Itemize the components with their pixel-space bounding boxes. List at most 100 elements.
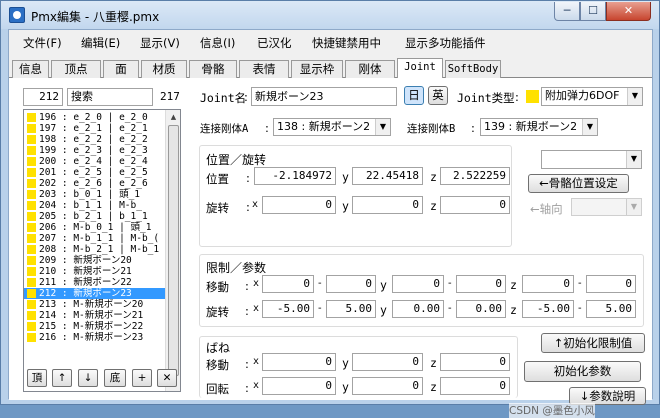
list-item[interactable]: 197 : e_2_1 | e_2_1 — [24, 123, 165, 134]
range-dash: - — [578, 278, 582, 289]
init-param-button[interactable]: 初始化参数 — [524, 361, 641, 382]
list-item[interactable]: 206 : M-b_0_1 | 頭_1 — [24, 222, 165, 233]
move-top-button[interactable]: 頂 — [27, 369, 47, 387]
rot-y-max-field[interactable]: 0.00 — [456, 300, 506, 318]
list-item[interactable]: 198 : e_2_2 | e_2_2 — [24, 134, 165, 145]
tab-morph[interactable]: 表情 — [239, 60, 289, 78]
rotation-x-field[interactable]: 0 — [262, 196, 336, 214]
z-axis-label: z — [430, 199, 437, 213]
list-item[interactable]: 204 : b_1_1 | M-b_ — [24, 200, 165, 211]
bone-position-set-button[interactable]: ←骨骼位置设定 — [528, 174, 629, 193]
tab-bone[interactable]: 骨骼 — [189, 60, 237, 78]
list-item[interactable]: 211 : 新規ボーン22 — [24, 277, 165, 288]
joint-list[interactable]: 196 : e_2_0 | e_2_0 197 : e_2_1 | e_2_1 … — [23, 109, 181, 392]
body-b-label: 连接刚体B — [407, 123, 456, 135]
z-axis-label: z — [510, 303, 517, 317]
menu-info[interactable]: 信息(I) — [200, 35, 235, 51]
move-y-min-field[interactable]: 0 — [392, 275, 444, 293]
menu-view[interactable]: 显示(V) — [140, 35, 180, 51]
position-y-field[interactable]: 22.45418 — [352, 167, 423, 185]
spring-rot-y-field[interactable]: 0 — [352, 377, 423, 395]
y-axis-label: y — [342, 356, 349, 370]
chevron-down-icon: ▼ — [582, 119, 597, 135]
position-x-field[interactable]: -2.184972 — [254, 167, 336, 185]
position-z-field[interactable]: 2.522259 — [440, 167, 510, 185]
axis-select[interactable]: ▼ — [571, 198, 642, 216]
move-down-button[interactable]: ↓ — [78, 369, 98, 387]
lang-jp-button[interactable]: 日 — [404, 86, 424, 105]
list-item[interactable]: 215 : M-新規ボーン22 — [24, 321, 165, 332]
range-dash: - — [318, 303, 322, 314]
scroll-thumb[interactable] — [168, 125, 179, 376]
move-z-max-field[interactable]: 0 — [586, 275, 636, 293]
spring-move-z-field[interactable]: 0 — [440, 353, 510, 371]
tab-softbody[interactable]: SoftBody — [445, 60, 501, 78]
rot-z-min-field[interactable]: -5.00 — [522, 300, 574, 318]
rot-x-max-field[interactable]: 5.00 — [326, 300, 376, 318]
spring-rot-x-field[interactable]: 0 — [262, 377, 336, 395]
delete-button[interactable]: ✕ — [157, 369, 177, 387]
rot-x-min-field[interactable]: -5.00 — [262, 300, 314, 318]
move-y-max-field[interactable]: 0 — [456, 275, 506, 293]
list-item[interactable]: 216 : M-新規ボーン23 — [24, 332, 165, 343]
spring-move-y-field[interactable]: 0 — [352, 353, 423, 371]
list-item[interactable]: 208 : M-b_2_1 | M-b_1 — [24, 244, 165, 255]
rotation-z-field[interactable]: 0 — [440, 196, 510, 214]
limit-group-title: 限制／参数 — [206, 261, 267, 275]
list-item-selected[interactable]: 212 : 新規ボーン23 — [24, 288, 165, 299]
list-item[interactable]: 196 : e_2_0 | e_2_0 — [24, 112, 165, 123]
rot-y-min-field[interactable]: 0.00 — [392, 300, 444, 318]
move-bottom-button[interactable]: 底 — [104, 369, 126, 387]
title-bar[interactable]: Pmx編集 - 八重樱.pmx ─ ☐ ✕ — [1, 1, 659, 29]
list-item[interactable]: 207 : M-b_1_1 | M-b_( — [24, 233, 165, 244]
menu-localized[interactable]: 已汉化 — [257, 35, 292, 51]
colon: : — [265, 121, 269, 135]
body-b-select[interactable]: 139 : 新規ボーン2 ▼ — [480, 118, 598, 136]
tab-display-frame[interactable]: 显示枠 — [291, 60, 343, 78]
index-field[interactable]: 212 — [23, 88, 63, 106]
move-x-min-field[interactable]: 0 — [262, 275, 314, 293]
list-item[interactable]: 201 : e_2_5 | e_2_5 — [24, 167, 165, 178]
list-item[interactable]: 214 : M-新規ボーン21 — [24, 310, 165, 321]
init-limit-button[interactable]: ↑初始化限制值 — [541, 333, 645, 353]
minimize-button[interactable]: ─ — [554, 2, 580, 21]
menu-file[interactable]: 文件(F) — [23, 35, 62, 51]
rot-z-max-field[interactable]: 5.00 — [586, 300, 636, 318]
scroll-up-icon[interactable]: ▲ — [166, 110, 180, 125]
list-item[interactable]: 205 : b_2_1 | b_1_1 — [24, 211, 165, 222]
list-item[interactable]: 203 : b_0_1 | 頭_1 — [24, 189, 165, 200]
maximize-button[interactable]: ☐ — [580, 2, 606, 21]
search-field[interactable]: 搜索 — [67, 88, 153, 106]
list-item[interactable]: 213 : M-新規ボーン20 — [24, 299, 165, 310]
menu-edit[interactable]: 编辑(E) — [81, 35, 120, 51]
move-x-max-field[interactable]: 0 — [326, 275, 376, 293]
list-item[interactable]: 210 : 新規ボーン21 — [24, 266, 165, 277]
bone-select[interactable]: ▼ — [541, 150, 642, 169]
tab-info[interactable]: 信息 — [12, 60, 49, 78]
move-up-button[interactable]: ↑ — [52, 369, 72, 387]
spring-move-x-field[interactable]: 0 — [262, 353, 336, 371]
list-item[interactable]: 209 : 新規ボーン20 — [24, 255, 165, 266]
tab-material[interactable]: 材质 — [141, 60, 187, 78]
list-item[interactable]: 200 : e_2_4 | e_2_4 — [24, 156, 165, 167]
move-z-min-field[interactable]: 0 — [522, 275, 574, 293]
tab-face[interactable]: 面 — [103, 60, 139, 78]
spring-rot-z-field[interactable]: 0 — [440, 377, 510, 395]
lang-en-button[interactable]: 英 — [428, 86, 448, 105]
add-button[interactable]: + — [132, 369, 152, 387]
list-scrollbar[interactable]: ▲ ▼ — [165, 110, 180, 391]
close-button[interactable]: ✕ — [606, 2, 651, 21]
menu-shortcuts-disabled[interactable]: 快捷键禁用中 — [312, 35, 381, 51]
tab-joint[interactable]: Joint — [397, 58, 443, 79]
rotation-y-field[interactable]: 0 — [352, 196, 423, 214]
colon: : — [245, 357, 249, 371]
move-limit-label: 移動 — [206, 280, 229, 294]
list-item[interactable]: 199 : e_2_3 | e_2_3 — [24, 145, 165, 156]
tab-rigid-body[interactable]: 刚体 — [345, 60, 395, 78]
list-item[interactable]: 202 : e_2_6 | e_2_6 — [24, 178, 165, 189]
joint-name-field[interactable]: 新規ボーン23 — [251, 87, 397, 106]
body-a-select[interactable]: 138 : 新規ボーン2 ▼ — [273, 118, 391, 136]
tab-vertex[interactable]: 顶点 — [51, 60, 101, 78]
joint-type-select[interactable]: 附加弹力6DOF ▼ — [541, 87, 643, 106]
menu-plugins[interactable]: 显示多功能插件 — [405, 35, 486, 51]
